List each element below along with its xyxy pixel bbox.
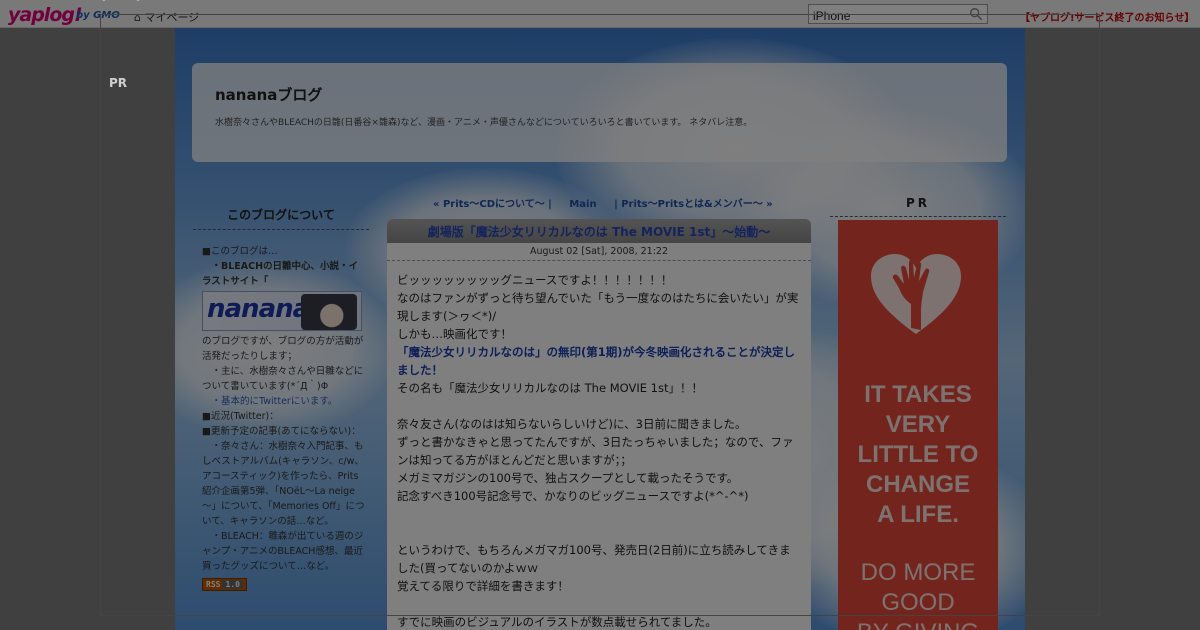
modal-pr-label: PR	[109, 76, 128, 90]
pr-modal-frame	[100, 14, 1100, 616]
close-icon[interactable]	[100, 0, 146, 12]
